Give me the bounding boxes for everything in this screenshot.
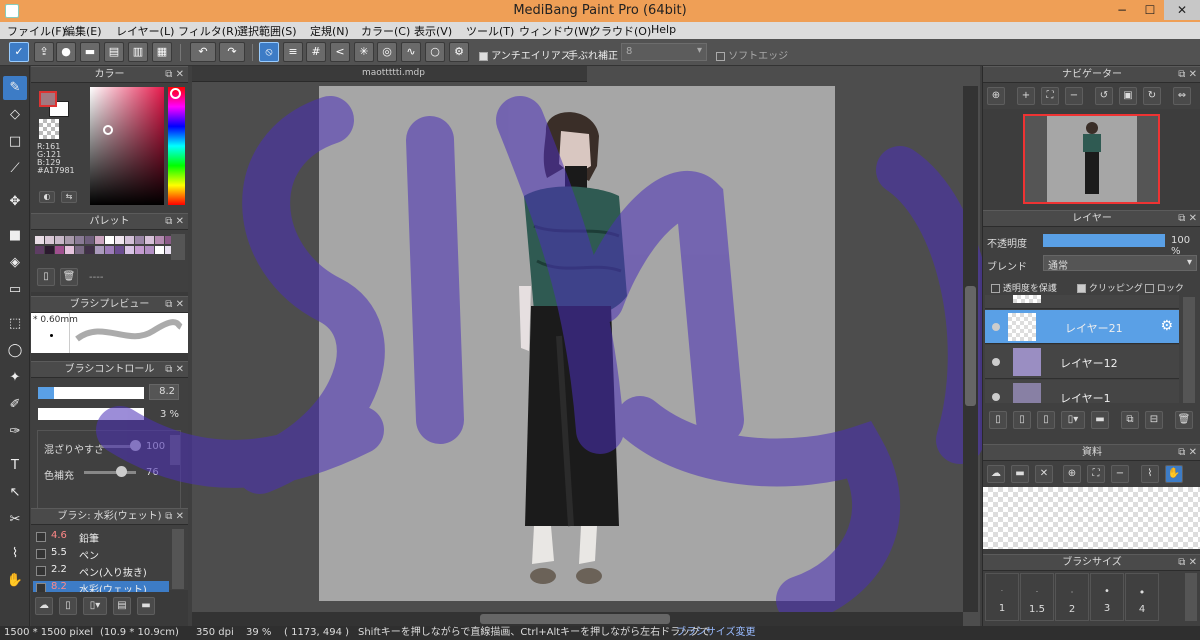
vertical-scrollbar[interactable] (963, 86, 978, 612)
fit-icon[interactable]: ⛶ (1087, 465, 1105, 483)
protect-alpha-label: 透明度を保護 (1002, 284, 1057, 294)
merge-layer-icon[interactable]: ⊟ (1145, 411, 1163, 429)
panel-controls-icon[interactable]: ⧉ ✕ (1178, 555, 1197, 571)
new-layer-8bit-icon[interactable]: ▯ (1013, 411, 1031, 429)
layer-thumbnail (1013, 348, 1041, 376)
layer-scrollbar[interactable] (1183, 297, 1195, 403)
lock-checkbox[interactable] (1145, 284, 1154, 293)
canvas-area[interactable]: maottttti.mdp (96, 66, 996, 626)
zoom-icon[interactable]: ⊕ (1063, 465, 1081, 483)
right-panels: ナビゲーター ⧉ ✕ ⊕ + ⛶ − ↺ ▣ ↻ ⇔ レイヤー ⧉ ✕ 不透明度… (982, 66, 1200, 626)
protect-alpha-checkbox[interactable] (991, 284, 1000, 293)
zoom-out-icon[interactable]: − (1065, 87, 1083, 105)
material-preview[interactable] (983, 487, 1200, 549)
close-icon[interactable]: ✕ (1035, 465, 1053, 483)
layer-row[interactable]: レイヤー12 (985, 345, 1179, 379)
status-dpi: 350 dpi (196, 627, 234, 638)
zoom-out-icon[interactable]: − (1111, 465, 1129, 483)
visibility-icon[interactable] (992, 323, 1000, 331)
new-layer-1bit-icon[interactable]: ▯ (1037, 411, 1055, 429)
status-zoom: 39 % (246, 627, 272, 638)
layer-list: レイヤー21 ⚙ レイヤー12 レイヤー1 (985, 295, 1181, 403)
brush-size-header: ブラシサイズ ⧉ ✕ (983, 554, 1200, 571)
visibility-icon[interactable] (992, 358, 1000, 366)
brush-size-cell[interactable]: • 3 (1090, 573, 1124, 621)
duplicate-layer-icon[interactable]: ⧉ (1121, 411, 1139, 429)
blend-label: ブレンド (987, 262, 1027, 273)
lock-label: ロック (1156, 284, 1184, 294)
clipping-label: クリッピング (1088, 284, 1143, 294)
blend-mode-select[interactable]: 通常 ▾ (1043, 255, 1197, 272)
status-hint-link[interactable]: ブラシサイズ変更 (676, 626, 756, 640)
layer-thumbnail (1008, 313, 1036, 341)
fit-screen-icon[interactable]: ▣ (1119, 87, 1137, 105)
brush-size-cell[interactable]: · 1.5 (1020, 573, 1054, 621)
fit-icon[interactable]: ⛶ (1041, 87, 1059, 105)
brush-size-scrollbar[interactable] (1185, 573, 1197, 621)
folder-open-icon[interactable]: ▬ (1011, 465, 1029, 483)
status-dimensions: 1500 * 1500 pixel (4, 627, 94, 638)
trash-icon[interactable]: 🗑 (1175, 411, 1193, 429)
status-bar: 1500 * 1500 pixel (10.9 * 10.9cm) 350 dp… (0, 626, 1200, 640)
brush-size-title: ブラシサイズ (1062, 557, 1122, 568)
layer-actions: ▯ ▯ ▯ ▯▾ ▬ ⧉ ⊟ 🗑 (983, 407, 1200, 435)
material-toolbar: ☁ ▬ ✕ ⊕ ⛶ − ⌇ ✋ (983, 461, 1200, 487)
vertical-scrollbar-thumb[interactable] (965, 286, 976, 406)
gear-icon[interactable]: ⚙ (1160, 318, 1173, 334)
layer-row-selected[interactable]: レイヤー21 ⚙ (985, 310, 1179, 344)
layer-panel-header: レイヤー ⧉ ✕ (983, 210, 1200, 227)
rotate-right-icon[interactable]: ↻ (1143, 87, 1161, 105)
blend-mode-value: 通常 (1048, 261, 1068, 272)
material-panel-title: 資料 (1082, 447, 1102, 458)
layer-row[interactable]: レイヤー1 (985, 380, 1179, 403)
brush-size-panel: · 1 · 1.5 · 2 • 3 • 4 (983, 571, 1200, 626)
navigator-header: ナビゲーター ⧉ ✕ (983, 66, 1200, 83)
horizontal-scrollbar[interactable] (192, 612, 963, 626)
brush-size-cell[interactable]: · 1 (985, 573, 1019, 621)
eyedropper-icon[interactable]: ⌇ (1141, 465, 1159, 483)
zoom-icon[interactable]: ⊕ (987, 87, 1005, 105)
chevron-down-icon: ▾ (1186, 257, 1192, 268)
status-hint: Shiftキーを押しながらで直線描画、Ctrl+Altキーを押しながら左右ドラッ… (358, 627, 711, 638)
new-layer-icon[interactable]: ▯ (989, 411, 1007, 429)
zoom-in-icon[interactable]: + (1017, 87, 1035, 105)
visibility-icon[interactable] (992, 393, 1000, 401)
status-coords: ( 1173, 494 ) (284, 627, 350, 638)
horizontal-scrollbar-thumb[interactable] (480, 614, 670, 624)
layer-opacity-value: 100 % (1171, 235, 1191, 257)
add-layer-menu-icon[interactable]: ▯▾ (1061, 411, 1085, 429)
status-cm: (10.9 * 10.9cm) (100, 627, 179, 638)
brush-size-cell[interactable]: • 4 (1125, 573, 1159, 621)
panel-controls-icon[interactable]: ⧉ ✕ (1178, 445, 1197, 461)
hand-icon[interactable]: ✋ (1165, 465, 1183, 483)
material-panel-header: 資料 ⧉ ✕ (983, 444, 1200, 461)
layer-opacity-label: 不透明度 (987, 239, 1027, 250)
flip-icon[interactable]: ⇔ (1173, 87, 1191, 105)
cloud-icon[interactable]: ☁ (987, 465, 1005, 483)
panel-controls-icon[interactable]: ⧉ ✕ (1178, 67, 1197, 83)
navigator-toolbar: ⊕ + ⛶ − ↺ ▣ ↻ ⇔ (983, 83, 1200, 109)
folder-icon[interactable]: ▬ (1091, 411, 1109, 429)
layer-panel-title: レイヤー (1072, 213, 1112, 224)
navigator-title: ナビゲーター (1062, 69, 1122, 80)
panel-controls-icon[interactable]: ⧉ ✕ (1178, 211, 1197, 227)
clipping-checkbox[interactable] (1077, 284, 1086, 293)
layer-row[interactable] (985, 295, 1179, 309)
brush-size-cell[interactable]: · 2 (1055, 573, 1089, 621)
navigator-preview[interactable] (1023, 114, 1160, 204)
layer-opacity-slider[interactable] (1043, 234, 1165, 247)
layer-panel: 不透明度 100 % ブレンド 通常 ▾ 透明度を保護 クリッピング ロック レ… (983, 227, 1200, 457)
rotate-left-icon[interactable]: ↺ (1095, 87, 1113, 105)
layer-thumbnail (1013, 383, 1041, 403)
